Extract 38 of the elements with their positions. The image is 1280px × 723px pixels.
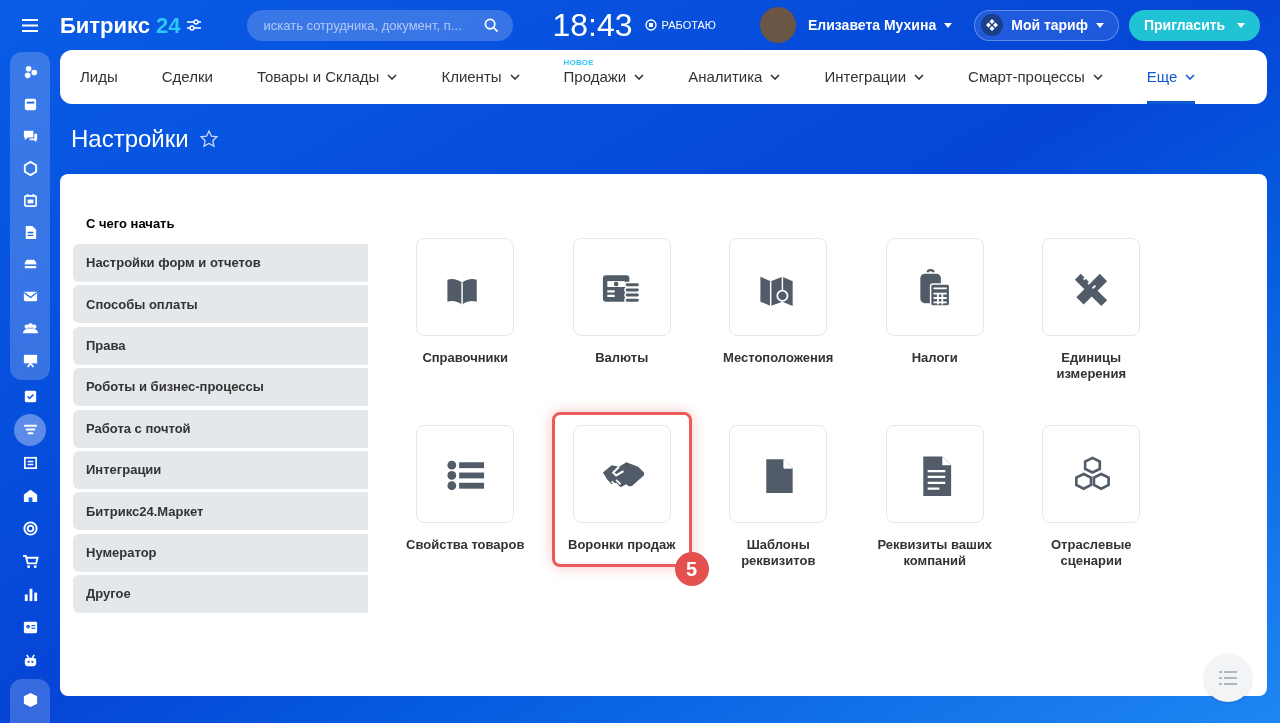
tile-label[interactable]: Отраслевые сценарии bbox=[1027, 537, 1156, 569]
nav-tab[interactable]: Товары и Склады bbox=[256, 50, 398, 104]
nav-tab[interactable]: Аналитика bbox=[688, 50, 781, 104]
tile-label[interactable]: Свойства товаров bbox=[406, 537, 525, 553]
clock-time: 18:43 bbox=[552, 9, 633, 41]
settings-menu-item[interactable]: Способы оплаты bbox=[73, 285, 368, 324]
tile-label[interactable]: Шаблоны реквизитов bbox=[714, 537, 843, 569]
tile-label[interactable]: Местоположения bbox=[723, 350, 834, 366]
step-number-badge: 5 bbox=[674, 552, 709, 586]
nav-tab[interactable]: Сделки bbox=[161, 50, 213, 104]
tariff-button[interactable]: Мой тариф bbox=[974, 9, 1119, 41]
settings-menu-item[interactable]: Битрикс24.Маркет bbox=[73, 492, 368, 531]
nav-tab[interactable]: НОВОЕ Продажи bbox=[563, 50, 645, 104]
work-status-button[interactable]: РАБОТАЮ bbox=[644, 16, 716, 34]
tile-label[interactable]: Воронки продаж bbox=[568, 537, 676, 553]
settings-menu-item[interactable]: Настройки форм и отчетов bbox=[73, 244, 368, 282]
settings-menu-item[interactable]: Права bbox=[73, 326, 368, 365]
page-title: Настройки bbox=[71, 124, 189, 154]
tile-label[interactable]: Налоги bbox=[911, 350, 958, 366]
nav-tab[interactable]: Клиенты bbox=[441, 50, 520, 104]
logo-number: 24 bbox=[156, 11, 181, 40]
nav-tab[interactable]: Смарт-процессы bbox=[968, 50, 1103, 104]
tile-label[interactable]: Валюты bbox=[595, 350, 649, 366]
nav-tab[interactable]: Интеграции bbox=[824, 50, 925, 104]
user-menu[interactable]: Елизавета Мухина bbox=[808, 14, 953, 36]
settings-menu-item[interactable]: Роботы и бизнес-процессы bbox=[73, 368, 368, 407]
new-label: НОВОЕ bbox=[563, 57, 594, 69]
settings-menu-item[interactable]: Нумератор bbox=[73, 533, 368, 572]
tile-label[interactable]: Справочники bbox=[422, 350, 509, 366]
logo-text: Битрикс bbox=[60, 11, 151, 40]
settings-menu-item[interactable]: Интеграции bbox=[73, 450, 368, 489]
tile-label[interactable]: Реквизиты ваших компаний bbox=[870, 537, 999, 569]
settings-menu-item[interactable]: Работа с почтой bbox=[73, 409, 368, 448]
settings-menu-item[interactable]: Другое bbox=[73, 575, 368, 614]
nav-tab[interactable]: Еще bbox=[1146, 50, 1196, 104]
nav-tab[interactable]: Лиды bbox=[80, 50, 118, 104]
section-heading: С чего начать bbox=[85, 215, 176, 234]
tile-label[interactable]: Единицы измерения bbox=[1027, 350, 1156, 382]
